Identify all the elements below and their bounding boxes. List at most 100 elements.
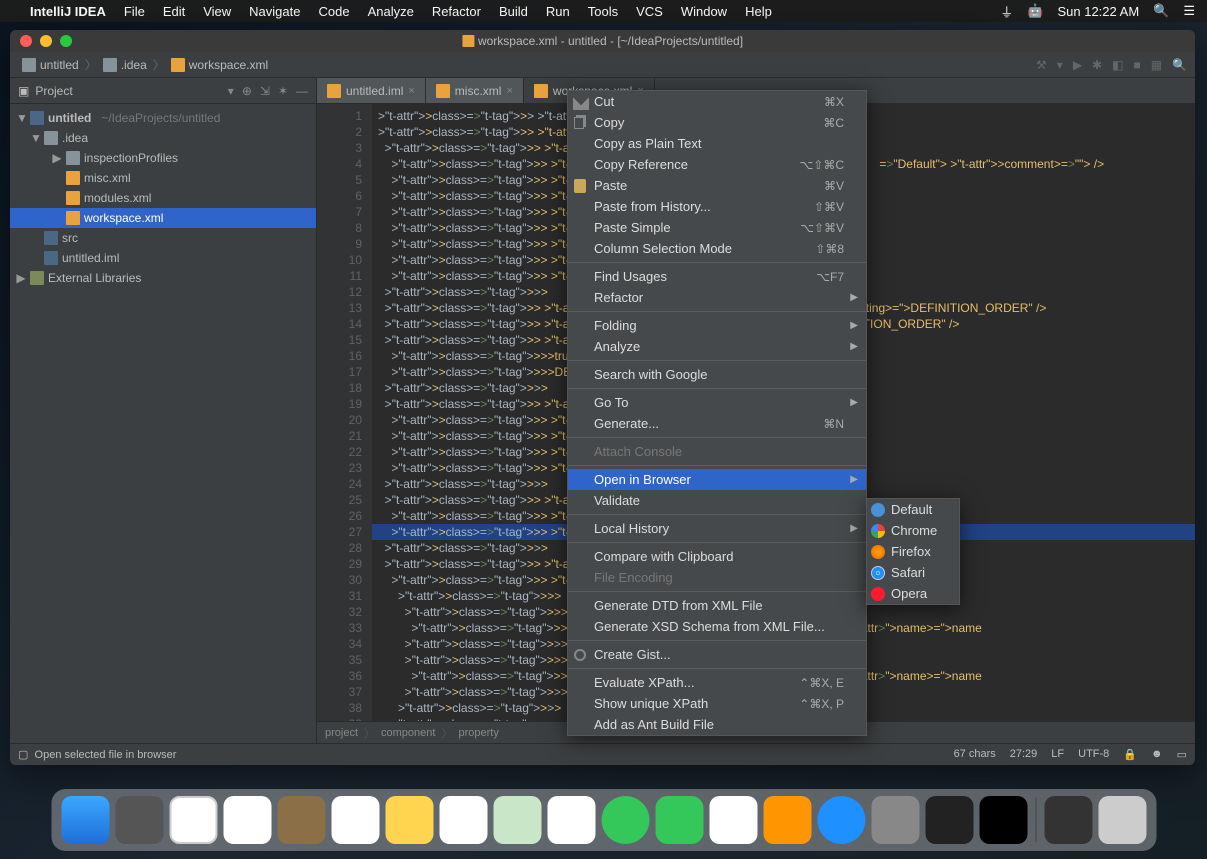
menubar-app[interactable]: IntelliJ IDEA [30,4,106,19]
tree-file-workspace[interactable]: workspace.xml [10,208,316,228]
tree-file-modules[interactable]: modules.xml [10,188,316,208]
browser-opera[interactable]: Opera [867,583,959,604]
robot-icon[interactable]: 🤖 [1027,3,1043,19]
dock-ij-icon[interactable] [979,796,1027,844]
status-encoding[interactable]: UTF-8 [1078,748,1109,761]
layout-icon[interactable]: ▦ [1151,58,1162,72]
zoom-button[interactable] [60,35,72,47]
menu-edit[interactable]: Edit [163,4,185,19]
dock-cal-icon[interactable] [331,796,379,844]
run-dropdown[interactable]: ▾ [1057,58,1063,72]
memory-icon[interactable]: ▭ [1177,748,1187,761]
search-everywhere-icon[interactable]: 🔍 [1172,58,1187,72]
hide-icon[interactable]: — [296,84,308,98]
collapse-icon[interactable]: ▾ [228,84,234,98]
menu-navigate[interactable]: Navigate [249,4,300,19]
menu-code[interactable]: Code [318,4,349,19]
tab-misc-xml[interactable]: misc.xml× [426,78,524,103]
menu-item-paste-from-history-[interactable]: Paste from History...⇧⌘V [568,196,866,217]
menu-analyze[interactable]: Analyze [368,4,414,19]
menu-item-search-with-google[interactable]: Search with Google [568,364,866,385]
dock-maps-icon[interactable] [493,796,541,844]
menu-item-cut[interactable]: Cut⌘X [568,91,866,112]
dock-finder-icon[interactable] [61,796,109,844]
menu-item-local-history[interactable]: Local History▶ [568,518,866,539]
menu-view[interactable]: View [203,4,231,19]
crumb-idea[interactable]: .idea [99,56,151,74]
menu-item-paste-simple[interactable]: Paste Simple⌥⇧⌘V [568,217,866,238]
dock-pref-icon[interactable] [871,796,919,844]
tree-iml[interactable]: untitled.iml [10,248,316,268]
coverage-icon[interactable]: ◧ [1112,58,1123,72]
menu-build[interactable]: Build [499,4,528,19]
tree-idea[interactable]: ▼.idea [10,128,316,148]
expand-icon[interactable]: ⇲ [260,84,270,98]
menu-item-add-as-ant-build-file[interactable]: Add as Ant Build File [568,714,866,735]
menu-item-analyze[interactable]: Analyze▶ [568,336,866,357]
locate-icon[interactable]: ⊕ [242,84,252,98]
menu-help[interactable]: Help [745,4,772,19]
dock-itunes-icon[interactable] [709,796,757,844]
status-line-ending[interactable]: LF [1051,748,1064,761]
menu-item-compare-with-clipboard[interactable]: Compare with Clipboard [568,546,866,567]
dock-launch-icon[interactable] [115,796,163,844]
menu-item-go-to[interactable]: Go To▶ [568,392,866,413]
menu-window[interactable]: Window [681,4,727,19]
crumb[interactable]: property [458,727,498,739]
dock-imov-icon[interactable] [1044,796,1092,844]
close-tab-icon[interactable]: × [408,85,414,97]
menu-item-copy-as-plain-text[interactable]: Copy as Plain Text [568,133,866,154]
close-tab-icon[interactable]: × [506,85,512,97]
browser-chrome[interactable]: Chrome [867,520,959,541]
stop-icon[interactable]: ■ [1133,58,1140,72]
menu-refactor[interactable]: Refactor [432,4,481,19]
menu-item-copy-reference[interactable]: Copy Reference⌥⇧⌘C [568,154,866,175]
tree-src[interactable]: src [10,228,316,248]
menu-item-copy[interactable]: Copy⌘C [568,112,866,133]
crumb[interactable]: project [325,727,358,739]
menu-item-folding[interactable]: Folding▶ [568,315,866,336]
search-icon[interactable]: 🔍 [1153,3,1169,19]
crumb-project[interactable]: untitled [18,56,83,74]
dock-ibooks-icon[interactable] [763,796,811,844]
menu-item-show-unique-xpath[interactable]: Show unique XPath⌃⌘X, P [568,693,866,714]
project-view-icon[interactable]: ▣ [18,84,29,98]
window-icon[interactable]: ▢ [18,748,28,761]
crumb[interactable]: component [381,727,435,739]
crumb-file[interactable]: workspace.xml [167,56,272,74]
dock-safari-icon[interactable] [169,796,217,844]
menu-item-open-in-browser[interactable]: Open in Browser▶ [568,469,866,490]
menu-item-create-gist-[interactable]: Create Gist... [568,644,866,665]
dock-notes-icon[interactable] [385,796,433,844]
menu-item-generate-dtd-from-xml-file[interactable]: Generate DTD from XML File [568,595,866,616]
dock-app-icon[interactable] [817,796,865,844]
close-button[interactable] [20,35,32,47]
tree-external-libs[interactable]: ▶External Libraries [10,268,316,288]
settings-icon[interactable]: ✶ [278,84,288,98]
dock-mail-icon[interactable] [223,796,271,844]
build-icon[interactable]: ⚒ [1036,58,1047,72]
dock-rem-icon[interactable] [439,796,487,844]
browser-firefox[interactable]: Firefox [867,541,959,562]
menu-item-generate-[interactable]: Generate...⌘N [568,413,866,434]
dock-photos-icon[interactable] [547,796,595,844]
project-label[interactable]: Project [35,84,72,98]
dock-contacts-icon[interactable] [277,796,325,844]
run-icon[interactable]: ▶ [1073,58,1082,72]
dock-trash-icon[interactable] [1098,796,1146,844]
menu-item-column-selection-mode[interactable]: Column Selection Mode⇧⌘8 [568,238,866,259]
browser-safari[interactable]: Safari [867,562,959,583]
menu-item-refactor[interactable]: Refactor▶ [568,287,866,308]
debug-icon[interactable]: ✱ [1092,58,1102,72]
menu-file[interactable]: File [124,4,145,19]
browser-default[interactable]: Default [867,499,959,520]
clock[interactable]: Sun 12:22 AM [1057,4,1139,19]
menu-item-generate-xsd-schema-from-xml-file-[interactable]: Generate XSD Schema from XML File... [568,616,866,637]
menu-vcs[interactable]: VCS [636,4,663,19]
tree-file-misc[interactable]: misc.xml [10,168,316,188]
tree-root[interactable]: ▼untitled~/IdeaProjects/untitled [10,108,316,128]
dock-term-icon[interactable] [925,796,973,844]
dock-ft-icon[interactable] [655,796,703,844]
menu-item-evaluate-xpath-[interactable]: Evaluate XPath...⌃⌘X, E [568,672,866,693]
dock-msg-icon[interactable] [601,796,649,844]
